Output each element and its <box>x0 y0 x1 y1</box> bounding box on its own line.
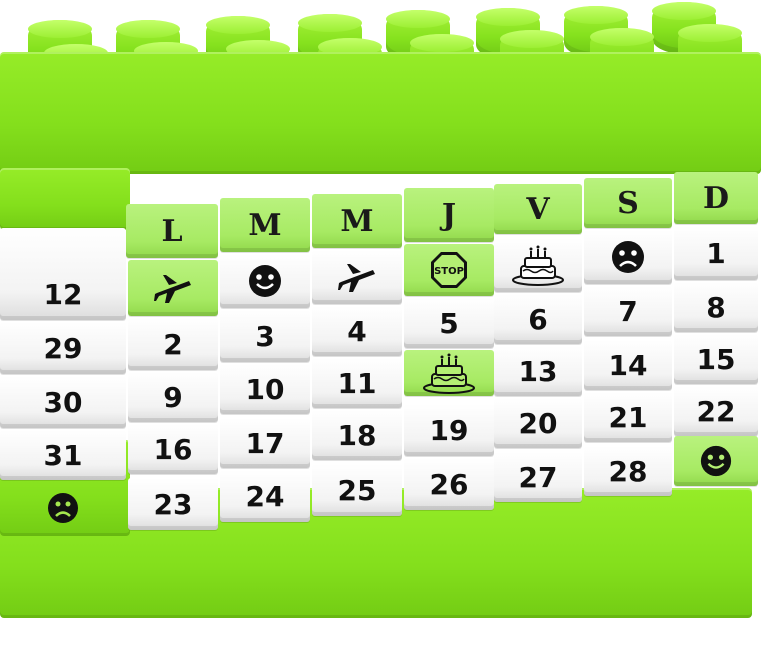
day-tile: 21 <box>584 392 672 442</box>
day-tile: 30 <box>0 376 126 428</box>
weekday-header: S <box>584 178 672 228</box>
weekday-header: M <box>220 198 310 252</box>
day-tile: 18 <box>312 410 402 460</box>
airplane-icon <box>312 250 402 304</box>
day-tile: 23 <box>128 478 218 530</box>
weekday-header: M <box>312 194 402 248</box>
day-tile: 24 <box>220 470 310 522</box>
birthday-cake-icon <box>404 350 494 396</box>
day-tile: 15 <box>674 334 758 384</box>
day-tile: 4 <box>312 306 402 356</box>
smiley-icon <box>220 254 310 308</box>
day-tile: 31 <box>0 430 126 480</box>
building-block-calendar: L M M J V S D 12 29 30 31 STOP 1 2 3 4 5… <box>0 0 761 647</box>
day-tile: 27 <box>494 452 582 502</box>
weekday-header: V <box>494 184 582 234</box>
day-tile: 9 <box>128 372 218 422</box>
day-tile: 12 <box>0 228 126 320</box>
sad-face-icon <box>584 230 672 284</box>
day-tile: 22 <box>674 386 758 436</box>
stop-sign-text: STOP <box>434 266 464 277</box>
day-tile: 28 <box>584 446 672 496</box>
day-tile: 5 <box>404 298 494 348</box>
day-tile: 19 <box>404 404 494 456</box>
day-tile: 17 <box>220 418 310 468</box>
left-upper-brick <box>0 168 130 230</box>
weekday-header: L <box>126 204 218 258</box>
day-tile: 1 <box>674 226 758 280</box>
day-tile: 8 <box>674 282 758 332</box>
day-tile: 20 <box>494 398 582 448</box>
day-tile: 10 <box>220 364 310 414</box>
birthday-cake-icon <box>494 238 582 292</box>
day-tile: 26 <box>404 458 494 510</box>
airplane-icon <box>128 260 218 316</box>
day-tile: 11 <box>312 358 402 408</box>
day-tile: 2 <box>128 318 218 370</box>
day-tile: 14 <box>584 340 672 390</box>
stop-sign-icon: STOP <box>404 244 494 296</box>
top-brick <box>0 52 761 174</box>
day-tile: 6 <box>494 294 582 344</box>
day-tile: 3 <box>220 310 310 362</box>
weekday-header: J <box>404 188 494 242</box>
weekday-header: D <box>674 172 758 224</box>
day-tile: 25 <box>312 464 402 516</box>
smiley-icon <box>674 436 758 486</box>
sad-face-icon <box>0 480 126 536</box>
day-tile: 7 <box>584 286 672 336</box>
day-tile: 16 <box>128 424 218 474</box>
day-tile: 13 <box>494 346 582 396</box>
day-tile: 29 <box>0 322 126 374</box>
